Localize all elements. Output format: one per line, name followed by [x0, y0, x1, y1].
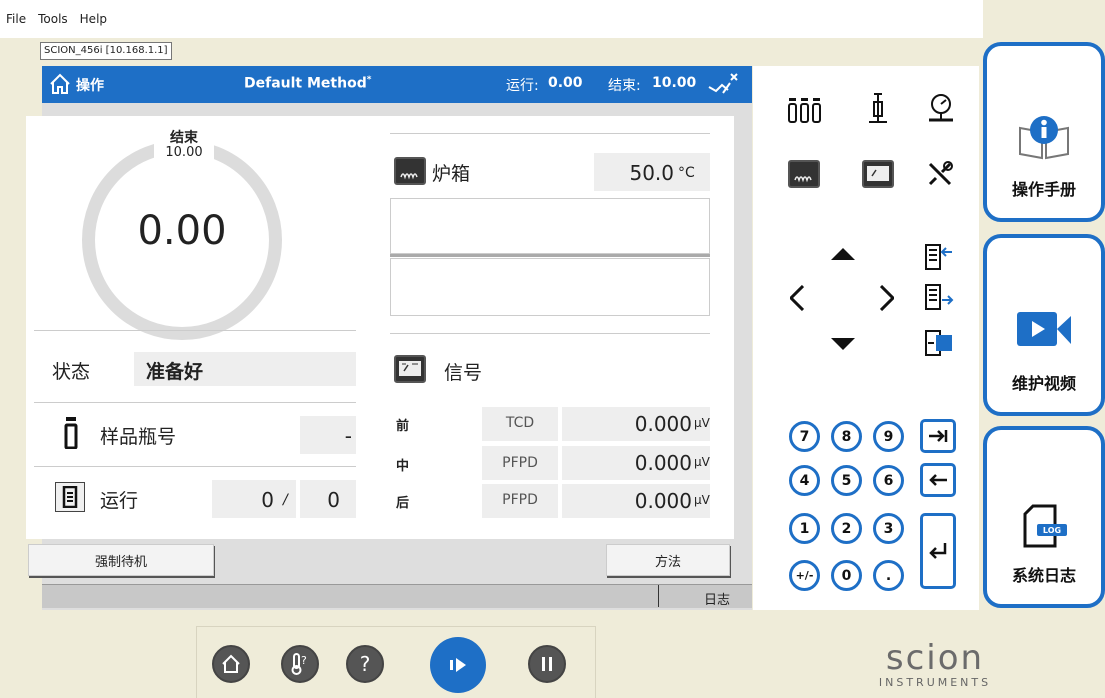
end-time-label: 结束: [608, 78, 641, 94]
vial-value: - [344, 424, 352, 448]
detector-tool-icon[interactable] [862, 160, 894, 188]
signal-mid-pos: 中 [396, 459, 410, 474]
menu-bar: File Tools Help [0, 0, 983, 38]
end-time-value: 10.00 [652, 75, 697, 91]
arrow-up-icon[interactable] [830, 246, 856, 265]
page-back-icon[interactable] [924, 244, 954, 274]
signal-mid-detector: PFPD [502, 455, 538, 471]
gauge-end-value: 10.00 [154, 145, 214, 160]
tools-icon[interactable] [924, 158, 956, 194]
svg-text:?: ? [301, 654, 307, 667]
run-time-value: 0.00 [548, 75, 583, 91]
operation-header: 操作 Default Method* 运行: 0.00 结束: 10.00 [42, 66, 752, 103]
status-bar [42, 584, 752, 608]
key-plus-minus[interactable]: +/- [789, 560, 820, 591]
signal-back-detector: PFPD [502, 492, 538, 508]
arrow-right-icon[interactable] [879, 284, 896, 315]
oven-chart-bottom [390, 258, 710, 316]
disconnect-icon[interactable] [706, 71, 740, 101]
temperature-help-icon[interactable]: ? [281, 645, 319, 683]
key-6[interactable]: 6 [873, 465, 904, 496]
menu-tools[interactable]: Tools [38, 12, 68, 26]
method-name: Default Method* [244, 75, 372, 92]
key-0[interactable]: 0 [831, 560, 862, 591]
run-separator: / [283, 492, 288, 508]
arrow-down-icon[interactable] [830, 336, 856, 355]
injector-icon[interactable] [866, 92, 890, 132]
autosampler-icon[interactable] [786, 96, 826, 130]
key-9[interactable]: 9 [873, 421, 904, 452]
video-button[interactable]: 维护视频 [983, 234, 1105, 416]
standby-button[interactable]: 强制待机 [28, 544, 214, 576]
key-dot[interactable]: . [873, 560, 904, 591]
scion-logo: scion INSTRUMENTS [878, 638, 992, 689]
key-1[interactable]: 1 [789, 513, 820, 544]
key-7[interactable]: 7 [789, 421, 820, 452]
signal-back-pos: 后 [396, 496, 410, 511]
log-button[interactable]: 日志 [666, 589, 730, 608]
signal-mid-value: 0.000 [634, 451, 692, 475]
signal-front-value: 0.000 [634, 412, 692, 436]
vial-icon [64, 417, 78, 453]
menu-help[interactable]: Help [80, 12, 107, 26]
oven-tool-icon[interactable] [788, 160, 820, 188]
signal-label: 信号 [444, 362, 483, 384]
enter-key-icon[interactable] [920, 513, 956, 589]
key-3[interactable]: 3 [873, 513, 904, 544]
manual-button[interactable]: 操作手册 [983, 42, 1105, 222]
page-title: 操作 [76, 78, 104, 94]
key-8[interactable]: 8 [831, 421, 862, 452]
system-log-label: 系统日志 [1011, 566, 1076, 585]
oven-unit: °C [678, 165, 695, 181]
signal-front-detector: TCD [505, 415, 535, 431]
signal-back-value: 0.000 [634, 489, 692, 513]
run-total-value: 0 [327, 488, 340, 512]
home-nav-icon[interactable] [212, 645, 250, 683]
run-current-value: 0 [261, 488, 274, 512]
signal-icon [394, 355, 426, 383]
log-file-icon: LOG [1019, 502, 1069, 550]
method-button[interactable]: 方法 [606, 544, 730, 576]
video-label: 维护视频 [1011, 374, 1076, 393]
insert-row-icon[interactable] [924, 330, 954, 360]
run-icon [55, 482, 85, 512]
log-badge: LOG [1042, 526, 1062, 535]
pressure-gauge-icon[interactable] [926, 92, 956, 130]
arrow-left-icon[interactable] [788, 284, 805, 315]
status-value: 准备好 [146, 361, 204, 383]
signal-front-unit: µV [694, 416, 710, 430]
gauge-current-value: 0.00 [137, 208, 227, 254]
manual-label: 操作手册 [1011, 180, 1076, 199]
key-2[interactable]: 2 [831, 513, 862, 544]
signal-front-pos: 前 [396, 419, 410, 434]
video-camera-icon [1015, 310, 1073, 354]
vial-label: 样品瓶号 [100, 426, 177, 448]
gauge-end-label: 结束 [154, 127, 214, 147]
connection-label: SCION_456i [10.168.1.1] [40, 42, 172, 60]
oven-label: 炉箱 [432, 163, 471, 185]
signal-mid-unit: µV [694, 455, 710, 469]
oven-chart-top [390, 198, 710, 254]
menu-file[interactable]: File [6, 12, 26, 26]
key-4[interactable]: 4 [789, 465, 820, 496]
signal-back-unit: µV [694, 493, 710, 507]
home-icon[interactable] [48, 72, 72, 100]
start-run-icon[interactable] [430, 637, 486, 693]
pause-icon[interactable] [528, 645, 566, 683]
tab-key-icon[interactable] [920, 419, 956, 453]
oven-value: 50.0 [629, 161, 674, 185]
run-time-label: 运行: [506, 78, 539, 94]
backspace-key-icon[interactable] [920, 463, 956, 497]
oven-icon [394, 157, 426, 185]
status-label: 状态 [52, 361, 91, 383]
page-forward-icon[interactable] [924, 284, 954, 314]
system-log-button[interactable]: LOG 系统日志 [983, 426, 1105, 608]
help-icon[interactable]: ? [346, 645, 384, 683]
key-5[interactable]: 5 [831, 465, 862, 496]
run-label: 运行 [100, 490, 139, 512]
manual-icon [1016, 114, 1072, 166]
